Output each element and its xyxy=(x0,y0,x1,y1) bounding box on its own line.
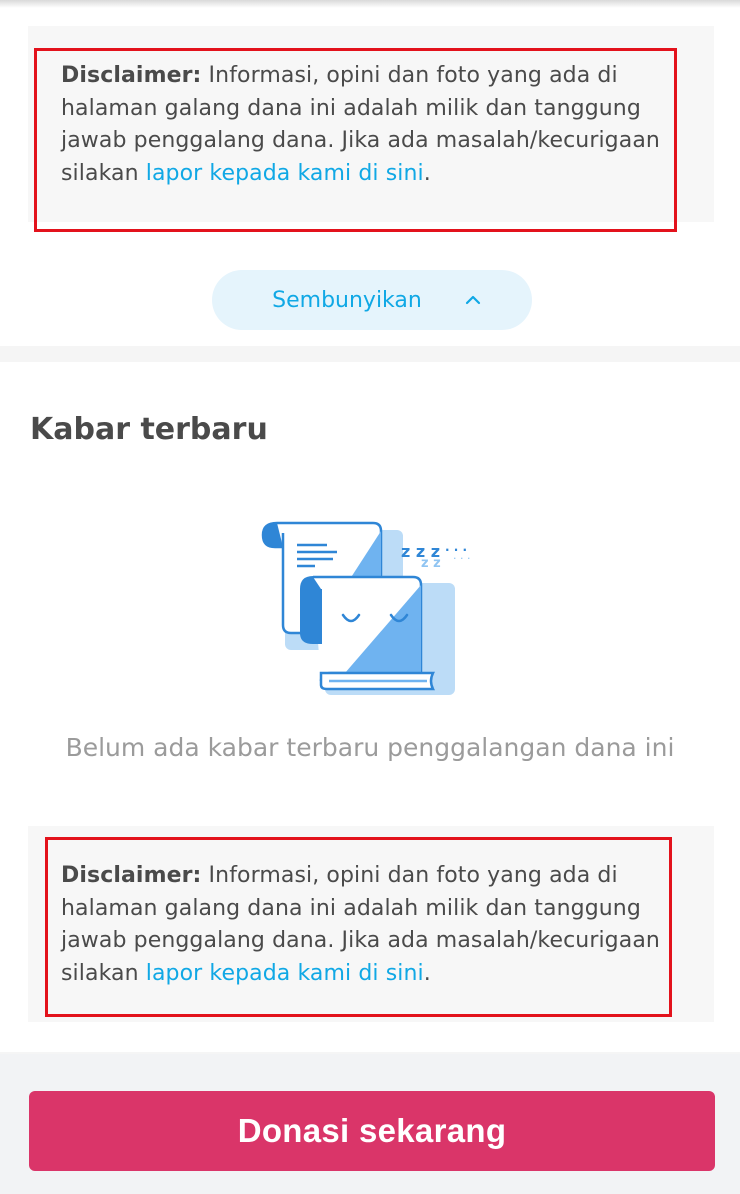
disclaimer-label: Disclaimer: xyxy=(61,863,202,888)
news-empty-message: Belum ada kabar terbaru penggalangan dan… xyxy=(65,733,675,762)
story-section: Disclaimer: Informasi, opini dan foto ya… xyxy=(0,0,740,346)
disclaimer-label: Disclaimer: xyxy=(61,63,202,88)
section-divider xyxy=(0,346,740,362)
disclaimer-top: Disclaimer: Informasi, opini dan foto ya… xyxy=(61,60,671,190)
svg-text:. . .: . . . xyxy=(453,549,470,562)
collapse-button[interactable]: Sembunyikan xyxy=(212,270,532,330)
report-link[interactable]: lapor kepada kami di sini xyxy=(146,161,424,186)
collapse-button-label: Sembunyikan xyxy=(272,287,422,313)
disclaimer-bottom: Disclaimer: Informasi, opini dan foto ya… xyxy=(61,860,671,990)
chevron-up-icon xyxy=(465,295,480,305)
svg-text:z z: z z xyxy=(421,556,441,571)
disclaimer-end: . xyxy=(423,160,431,186)
news-title: Kabar terbaru xyxy=(30,412,268,447)
report-link[interactable]: lapor kepada kami di sini xyxy=(146,961,424,986)
sleeping-scrolls-illustration: z z z . . . z z . . . xyxy=(261,521,470,695)
disclaimer-end: . xyxy=(423,960,431,986)
top-shadow xyxy=(0,0,740,8)
donate-button[interactable]: Donasi sekarang xyxy=(29,1091,715,1171)
